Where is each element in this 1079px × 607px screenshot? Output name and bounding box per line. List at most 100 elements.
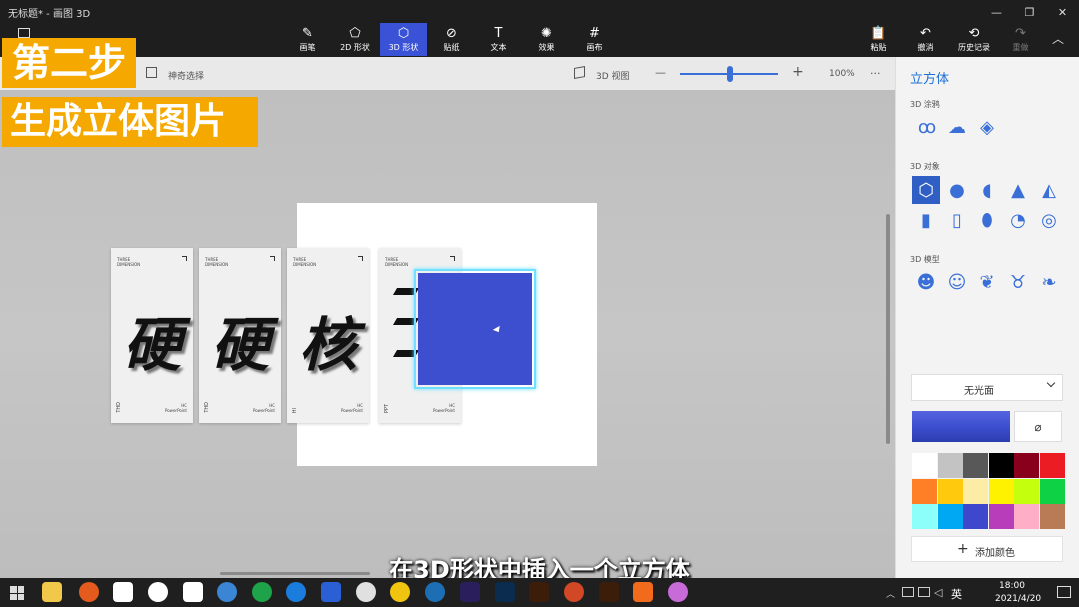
cube-selection-box[interactable] bbox=[414, 269, 536, 389]
zoom-out-button[interactable]: — bbox=[655, 66, 666, 79]
powerpoint-icon[interactable] bbox=[564, 582, 584, 602]
app-icon[interactable] bbox=[286, 582, 306, 602]
color-swatch[interactable] bbox=[988, 504, 1014, 529]
poster-card[interactable]: THREE DIMENSION 硬 THD HC PowerPoint bbox=[111, 248, 193, 423]
tool-label: 贴纸 bbox=[443, 42, 460, 52]
app-icon[interactable] bbox=[183, 582, 203, 602]
poster-card[interactable]: THREE DIMENSION 硬 THD HC PowerPoint bbox=[199, 248, 281, 423]
after-effects-icon[interactable] bbox=[460, 582, 480, 602]
tool-effects[interactable]: ✺ 效果 bbox=[530, 23, 563, 56]
more-options-button[interactable]: ··· bbox=[870, 67, 881, 80]
fish-model-icon[interactable]: ❧ bbox=[1038, 271, 1060, 293]
app-icon[interactable] bbox=[113, 582, 133, 602]
color-swatch[interactable] bbox=[963, 453, 988, 478]
zoom-slider-handle[interactable] bbox=[727, 66, 733, 82]
volume-icon[interactable]: ◁ bbox=[934, 586, 942, 599]
color-swatch[interactable] bbox=[937, 504, 963, 529]
clock-time[interactable]: 18:00 bbox=[999, 581, 1025, 591]
undo-button[interactable]: ↶ 撤消 bbox=[909, 23, 942, 56]
capsule-icon[interactable]: ⬮ bbox=[976, 209, 998, 231]
blue-cube[interactable] bbox=[418, 273, 532, 385]
color-swatch[interactable] bbox=[937, 453, 963, 478]
step-badge: 第二步 bbox=[2, 38, 136, 88]
tube-icon[interactable]: ▯ bbox=[946, 209, 968, 231]
collapse-toolbar-icon[interactable]: ︿ bbox=[1052, 30, 1064, 47]
material-dropdown[interactable]: 无光面 bbox=[911, 374, 1063, 401]
input-language[interactable]: 英 bbox=[951, 586, 962, 602]
hemisphere-icon[interactable]: ◖ bbox=[976, 179, 998, 201]
torus-icon[interactable]: ◎ bbox=[1038, 209, 1060, 231]
color-swatch[interactable] bbox=[1039, 478, 1065, 504]
restore-button[interactable]: ❐ bbox=[1013, 0, 1046, 24]
photoshop-icon[interactable] bbox=[495, 582, 515, 602]
tool-text[interactable]: T 文本 bbox=[482, 23, 515, 56]
color-swatch[interactable] bbox=[937, 478, 963, 504]
selected-color-swatch[interactable] bbox=[912, 411, 1010, 442]
3d-view-button[interactable]: 3D 视图 bbox=[596, 69, 630, 82]
app-icon[interactable] bbox=[252, 582, 272, 602]
menu-icon[interactable] bbox=[18, 28, 30, 38]
color-swatch[interactable] bbox=[912, 478, 937, 504]
tool-canvas[interactable]: # 画布 bbox=[578, 23, 611, 56]
color-swatch[interactable] bbox=[1014, 504, 1039, 529]
tray-chevron-icon[interactable]: ︿ bbox=[886, 587, 895, 600]
tool-3d-shapes[interactable]: ⬡ 3D 形状 bbox=[380, 23, 427, 56]
chrome-icon[interactable] bbox=[356, 582, 376, 602]
paint-3d-taskbar-icon[interactable] bbox=[668, 582, 688, 602]
file-explorer-icon[interactable] bbox=[42, 582, 62, 602]
poster-card[interactable]: THREE DIMENSION 核 HI HC PowerPoint bbox=[287, 248, 369, 423]
history-button[interactable]: ⟲ 历史记录 bbox=[952, 23, 996, 56]
man-model-icon[interactable]: ☻ bbox=[915, 271, 937, 293]
illustrator-icon[interactable] bbox=[529, 582, 549, 602]
card-caption: THREE DIMENSION bbox=[117, 257, 141, 267]
woman-model-icon[interactable]: ☺ bbox=[946, 271, 968, 293]
tool-2d-shapes[interactable]: ⬠ 2D 形状 bbox=[333, 23, 377, 56]
notification-icon[interactable] bbox=[1057, 586, 1071, 598]
pyramid-icon[interactable]: ◭ bbox=[1038, 179, 1060, 201]
clock-date[interactable]: 2021/4/20 bbox=[995, 594, 1041, 604]
app-icon[interactable] bbox=[633, 582, 653, 602]
app-icon[interactable] bbox=[148, 582, 168, 602]
paste-button[interactable]: 📋 粘贴 bbox=[862, 23, 895, 56]
cat-model-icon[interactable]: ♉ bbox=[1007, 271, 1029, 293]
color-swatch[interactable] bbox=[988, 453, 1014, 478]
soft-doodle-icon[interactable]: ☁ bbox=[946, 116, 968, 138]
objects-section-label: 3D 对象 bbox=[910, 162, 940, 171]
start-button[interactable] bbox=[10, 586, 24, 600]
history-icon: ⟲ bbox=[968, 25, 980, 41]
illustrator-icon[interactable] bbox=[599, 582, 619, 602]
color-swatch[interactable] bbox=[1039, 453, 1065, 478]
color-swatch[interactable] bbox=[963, 478, 988, 504]
tube-doodle-icon[interactable]: ꝏ bbox=[916, 116, 938, 138]
tool-brush[interactable]: ✎ 画笔 bbox=[291, 23, 324, 56]
donut-half-icon[interactable]: ◔ bbox=[1007, 209, 1029, 231]
magic-select-button[interactable]: 神奇选择 bbox=[168, 69, 204, 82]
sphere-icon[interactable]: ● bbox=[946, 179, 968, 201]
dog-model-icon[interactable]: ❦ bbox=[976, 271, 998, 293]
search-app-icon[interactable] bbox=[79, 582, 99, 602]
color-swatch[interactable] bbox=[1039, 504, 1065, 529]
tool-stickers[interactable]: ⊘ 贴纸 bbox=[435, 23, 468, 56]
zoom-in-button[interactable]: + bbox=[792, 64, 804, 80]
color-swatch[interactable] bbox=[1014, 453, 1039, 478]
cone-icon[interactable]: ▲ bbox=[1007, 179, 1029, 201]
close-button[interactable]: ✕ bbox=[1046, 0, 1079, 24]
eyedropper-button[interactable]: ⌀ bbox=[1014, 411, 1062, 442]
app-icon[interactable] bbox=[390, 582, 410, 602]
sharp-doodle-icon[interactable]: ◈ bbox=[976, 116, 998, 138]
color-swatch[interactable] bbox=[988, 478, 1014, 504]
network-icon[interactable] bbox=[918, 587, 930, 597]
color-swatch[interactable] bbox=[912, 504, 937, 529]
cylinder-icon[interactable]: ▮ bbox=[915, 209, 937, 231]
color-swatch[interactable] bbox=[1014, 478, 1039, 504]
app-icon[interactable] bbox=[321, 582, 341, 602]
redo-button[interactable]: ↷ 重做 bbox=[1004, 23, 1037, 56]
color-swatch[interactable] bbox=[963, 504, 988, 529]
app-icon[interactable] bbox=[217, 582, 237, 602]
vertical-scrollbar[interactable] bbox=[886, 214, 890, 444]
app-icon[interactable] bbox=[425, 582, 445, 602]
tray-app-icon[interactable] bbox=[902, 587, 914, 597]
cube-icon[interactable]: ⬡ bbox=[915, 179, 937, 201]
color-swatch[interactable] bbox=[912, 453, 937, 478]
minimize-button[interactable]: — bbox=[980, 0, 1013, 24]
